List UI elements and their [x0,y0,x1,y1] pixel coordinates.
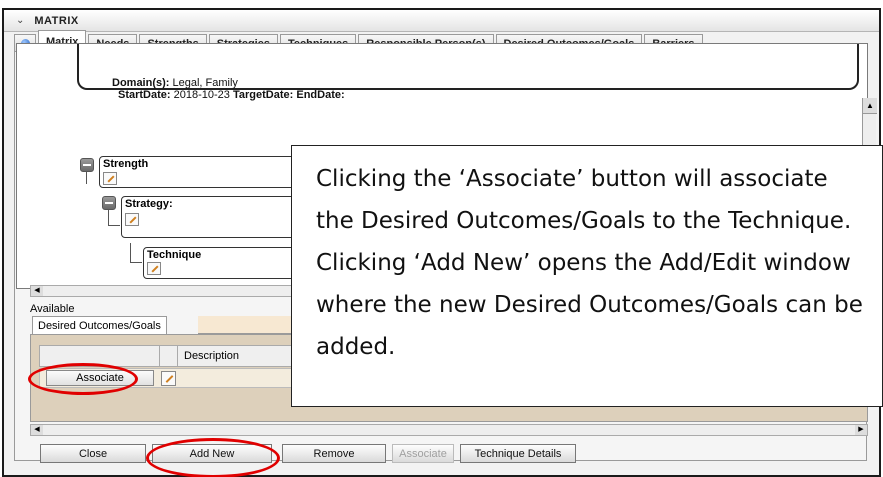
scroll-left-arrow-icon[interactable]: ◀ [31,286,43,296]
collapse-chevron-icon[interactable]: ⌄ [16,15,24,26]
action-button-bar: Close Add New Remove Associate Technique… [40,444,576,464]
edit-strength-icon[interactable] [103,172,117,185]
goal-dates: StartDate: 2018-10-23 TargetDate: EndDat… [118,89,345,101]
window-title: MATRIX [34,14,79,27]
target-date-label: TargetDate: [232,89,294,101]
row-edit-icon[interactable] [161,371,176,386]
remove-button[interactable]: Remove [282,444,386,463]
tree-connector [108,210,109,226]
scroll-left-arrow-icon[interactable]: ◀ [31,425,43,435]
technique-label: Technique [147,249,202,261]
scroll-up-arrow-icon[interactable]: ▲ [863,98,877,114]
tree-connector [108,225,120,226]
start-date-label: StartDate: [118,89,171,101]
instruction-callout: Clicking the ‘Associate’ button will ass… [291,145,883,407]
close-button[interactable]: Close [40,444,146,463]
collapse-strategy-icon[interactable] [102,196,116,210]
domain-label: Domain(s): [112,77,170,89]
strategy-label: Strategy: [125,198,173,210]
available-label: Available [30,303,75,315]
edit-technique-icon[interactable] [147,262,161,275]
callout-text: Clicking the ‘Associate’ button will ass… [316,166,863,360]
technique-node[interactable]: Technique [143,247,299,279]
strength-label: Strength [103,158,149,170]
strategy-node[interactable]: Strategy: [121,196,299,238]
highlight-add-new-ellipse [146,438,280,477]
tree-connector [130,243,131,263]
tree-connector [86,172,87,184]
goal-domains: Domain(s): Legal, Family [112,77,238,89]
start-date-value: 2018-10-23 [173,89,230,101]
collapse-strength-icon[interactable] [80,158,94,172]
grid-header-description[interactable]: Description [178,346,239,366]
available-tab-strip [198,316,294,334]
edit-strategy-icon[interactable] [125,213,139,226]
tree-connector [130,262,142,263]
end-date-label: EndDate: [296,89,345,101]
scroll-right-arrow-icon[interactable]: ▶ [855,425,867,435]
window-titlebar[interactable]: ⌄ MATRIX [4,10,879,32]
associate-button: Associate [392,444,454,463]
grid-horizontal-scrollbar[interactable]: ◀ ▶ [30,424,868,436]
technique-details-button[interactable]: Technique Details [460,444,576,463]
highlight-associate-ellipse [28,363,138,395]
domain-value: Legal, Family [172,77,238,89]
subtab-desired-outcomes-goals[interactable]: Desired Outcomes/Goals [32,316,167,334]
grid-header-edit [160,346,178,366]
strength-node[interactable]: Strength [99,156,299,188]
